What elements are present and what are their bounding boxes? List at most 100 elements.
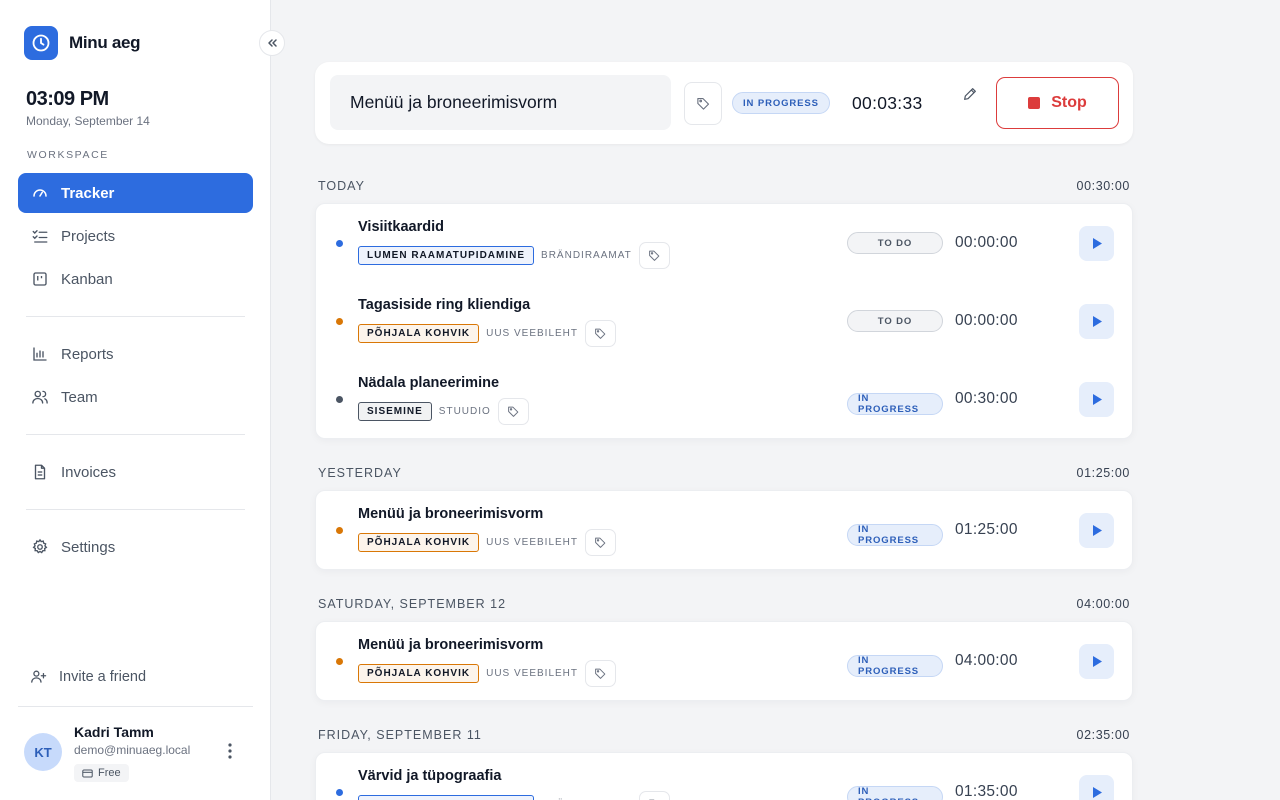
card-icon: [82, 768, 93, 778]
entry-meta: LUMEN RAAMATUPIDAMINE BRÄNDIRAAMAT: [358, 242, 670, 269]
running-task-input[interactable]: Menüü ja broneerimisvorm: [330, 75, 671, 130]
sidebar-divider: [26, 316, 245, 317]
sidebar-item-reports[interactable]: Reports: [18, 334, 253, 374]
sidebar-divider: [26, 509, 245, 510]
user-email: demo@minuaeg.local: [74, 743, 191, 757]
list-item[interactable]: Menüü ja broneerimisvorm PÕHJALA KOHVIK …: [316, 491, 1132, 569]
entry-title[interactable]: Värvid ja tüpograafia: [358, 768, 501, 784]
stop-button[interactable]: Stop: [996, 77, 1119, 129]
entry-status-wrap: IN PROGRESS: [847, 650, 943, 677]
status-badge[interactable]: IN PROGRESS: [847, 786, 943, 800]
day-total: 00:30:00: [1076, 179, 1130, 193]
add-tag-button[interactable]: [638, 791, 670, 800]
more-vertical-icon: [228, 743, 232, 759]
brand[interactable]: Minu aeg: [24, 26, 141, 60]
list-item[interactable]: Menüü ja broneerimisvorm PÕHJALA KOHVIK …: [316, 622, 1132, 700]
entry-meta: PÕHJALA KOHVIK UUS VEEBILEHT: [358, 660, 617, 687]
client-color-dot: [336, 396, 343, 403]
sidebar-item-label: Tracker: [61, 184, 115, 202]
entry-title[interactable]: Visiitkaardid: [358, 219, 444, 235]
avatar[interactable]: KT: [24, 733, 62, 771]
running-timer-bar: Menüü ja broneerimisvorm IN PROGRESS 00:…: [315, 62, 1133, 144]
entry-title[interactable]: Nädala planeerimine: [358, 375, 499, 391]
entry-status-wrap: IN PROGRESS: [847, 519, 943, 546]
sidebar: Minu aeg 03:09 PM Monday, September 14 W…: [0, 0, 271, 800]
sidebar-divider: [26, 434, 245, 435]
stop-icon: [1028, 97, 1041, 109]
list-item[interactable]: Nädala planeerimine SISEMINE STUUDIO IN …: [316, 360, 1132, 438]
start-timer-button[interactable]: [1079, 382, 1114, 417]
day-total: 02:35:00: [1076, 728, 1130, 742]
tag-icon: [696, 97, 709, 110]
project-label: UUS VEEBILEHT: [486, 328, 579, 339]
status-badge[interactable]: TO DO: [847, 310, 943, 332]
list-item[interactable]: Värvid ja tüpograafia LUMEN RAAMATUPIDAM…: [316, 753, 1132, 800]
add-tag-button[interactable]: [684, 82, 722, 125]
client-badge[interactable]: PÕHJALA KOHVIK: [358, 664, 480, 683]
status-badge[interactable]: IN PROGRESS: [847, 655, 943, 677]
sidebar-item-label: Reports: [61, 345, 114, 363]
day-label: YESTERDAY: [318, 466, 402, 480]
plan-badge: Free: [74, 764, 129, 782]
start-timer-button[interactable]: [1079, 226, 1114, 261]
client-color-dot: [336, 789, 343, 796]
client-color-dot: [336, 527, 343, 534]
invite-label: Invite a friend: [59, 668, 147, 685]
list-item[interactable]: Visiitkaardid LUMEN RAAMATUPIDAMINE BRÄN…: [316, 204, 1132, 282]
list-item[interactable]: Tagasiside ring kliendiga PÕHJALA KOHVIK…: [316, 282, 1132, 360]
status-badge[interactable]: TO DO: [847, 232, 943, 254]
sidebar-item-tracker[interactable]: Tracker: [18, 173, 253, 213]
user-menu-button[interactable]: [222, 740, 238, 762]
collapse-sidebar-button[interactable]: [259, 30, 285, 56]
client-badge[interactable]: PÕHJALA KOHVIK: [358, 533, 480, 552]
project-label: UUS VEEBILEHT: [486, 537, 579, 548]
client-badge[interactable]: LUMEN RAAMATUPIDAMINE: [358, 246, 535, 265]
start-timer-button[interactable]: [1079, 513, 1114, 548]
sidebar-item-invoices[interactable]: Invoices: [18, 452, 253, 492]
sidebar-item-label: Team: [61, 388, 98, 406]
edit-entry-button[interactable]: [960, 84, 980, 104]
sidebar-item-team[interactable]: Team: [18, 377, 253, 417]
pencil-icon: [964, 88, 976, 100]
workspace-section-label: WORKSPACE: [27, 149, 109, 161]
client-badge[interactable]: PÕHJALA KOHVIK: [358, 324, 480, 343]
add-tag-button[interactable]: [497, 398, 529, 425]
sidebar-item-kanban[interactable]: Kanban: [18, 259, 253, 299]
sidebar-item-projects[interactable]: Projects: [18, 216, 253, 256]
bar-chart-icon: [33, 347, 47, 361]
clock-logo-icon: [24, 26, 58, 60]
sidebar-item-label: Invoices: [61, 463, 117, 481]
tag-icon: [595, 537, 606, 548]
entry-duration: 00:00:00: [955, 234, 1018, 251]
start-timer-button[interactable]: [1079, 775, 1114, 800]
status-badge[interactable]: IN PROGRESS: [732, 92, 830, 114]
play-icon: [1092, 394, 1102, 405]
start-timer-button[interactable]: [1079, 304, 1114, 339]
entry-status-wrap: IN PROGRESS: [847, 388, 943, 415]
status-badge[interactable]: IN PROGRESS: [847, 524, 943, 546]
add-tag-button[interactable]: [585, 529, 617, 556]
client-badge[interactable]: LUMEN RAAMATUPIDAMINE: [358, 795, 535, 800]
day-group-header: TODAY 00:30:00: [318, 179, 1130, 193]
play-icon: [1092, 316, 1102, 327]
entry-duration: 00:00:00: [955, 312, 1018, 329]
status-badge[interactable]: IN PROGRESS: [847, 393, 943, 415]
entry-title[interactable]: Tagasiside ring kliendiga: [358, 297, 530, 313]
add-tag-button[interactable]: [638, 242, 670, 269]
entry-title[interactable]: Menüü ja broneerimisvorm: [358, 506, 543, 522]
entry-meta: PÕHJALA KOHVIK UUS VEEBILEHT: [358, 320, 617, 347]
entry-title[interactable]: Menüü ja broneerimisvorm: [358, 637, 543, 653]
add-tag-button[interactable]: [585, 660, 617, 687]
current-time: 03:09 PM: [26, 88, 109, 110]
start-timer-button[interactable]: [1079, 644, 1114, 679]
sidebar-item-settings[interactable]: Settings: [18, 527, 253, 567]
add-tag-button[interactable]: [585, 320, 617, 347]
user-plus-icon: [31, 670, 47, 683]
day-label: SATURDAY, SEPTEMBER 12: [318, 597, 507, 611]
sidebar-item-label: Projects: [61, 227, 116, 245]
invite-friend-link[interactable]: Invite a friend: [30, 668, 146, 685]
client-badge[interactable]: SISEMINE: [358, 402, 432, 421]
tag-icon: [595, 668, 606, 679]
entry-meta: PÕHJALA KOHVIK UUS VEEBILEHT: [358, 529, 617, 556]
client-color-dot: [336, 240, 343, 247]
